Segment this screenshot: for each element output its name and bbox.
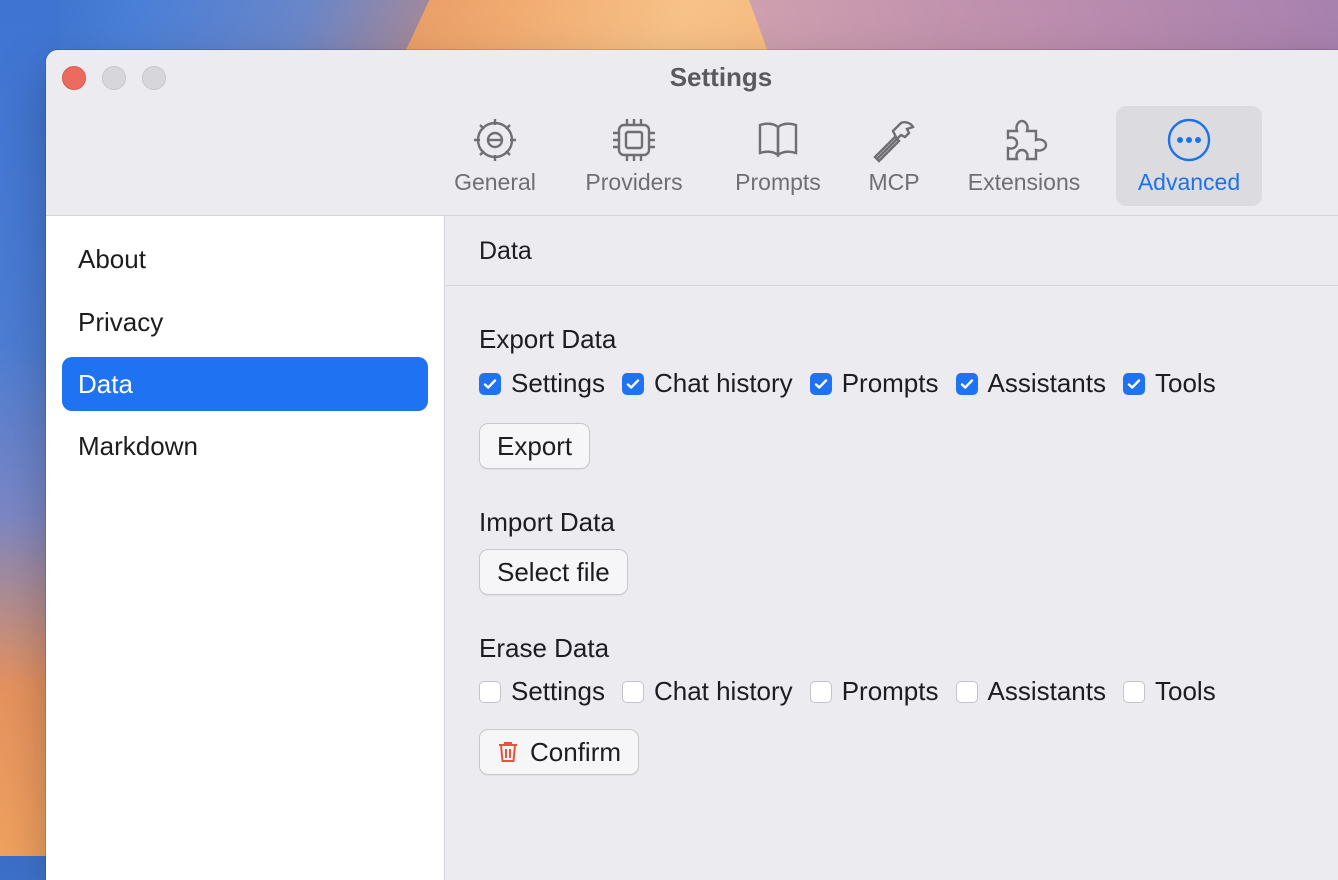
title-bar: Settings General Providers Prompts MCP E… — [46, 50, 1338, 216]
checkbox-checked[interactable] — [621, 372, 644, 395]
erase-option-prompts[interactable]: Prompts — [809, 676, 939, 707]
hammer-icon — [873, 121, 915, 163]
puzzle-icon — [1006, 119, 1048, 161]
sidebar-item-about[interactable]: About — [62, 232, 428, 286]
export-option-assistants[interactable]: Assistants — [955, 368, 1107, 399]
sidebar-item-data[interactable]: Data — [62, 357, 428, 411]
checkbox-unchecked[interactable] — [809, 680, 832, 703]
export-option-settings[interactable]: Settings — [479, 368, 605, 399]
export-option-label: Prompts — [841, 368, 939, 398]
tab-general-label: General — [454, 169, 536, 195]
data-settings-pane: Data Export Data Settings Chat history P… — [446, 216, 1338, 880]
settings-sidebar: About Privacy Data Markdown — [46, 216, 445, 880]
tab-extensions-label: Extensions — [967, 169, 1081, 195]
sidebar-item-markdown[interactable]: Markdown — [62, 419, 428, 473]
tab-prompts[interactable]: Prompts — [714, 106, 842, 206]
checkbox-checked[interactable] — [1123, 372, 1145, 395]
export-option-label: Chat history — [653, 368, 793, 398]
export-option-prompts[interactable]: Prompts — [809, 368, 939, 399]
erase-option-chat-history[interactable]: Chat history — [621, 676, 793, 707]
tab-advanced[interactable]: Advanced — [1116, 106, 1262, 206]
export-option-label: Tools — [1155, 368, 1216, 398]
checkbox-unchecked[interactable] — [479, 680, 501, 703]
tab-mcp-label: MCP — [868, 169, 920, 195]
erase-option-label: Settings — [511, 676, 605, 706]
erase-option-label: Tools — [1155, 676, 1216, 706]
export-option-tools[interactable]: Tools — [1123, 368, 1216, 399]
erase-option-settings[interactable]: Settings — [479, 676, 605, 707]
tab-prompts-label: Prompts — [735, 169, 821, 195]
settings-toolbar: General Providers Prompts MCP Extensions… — [436, 106, 1262, 206]
tab-advanced-label: Advanced — [1137, 169, 1241, 195]
erase-options: Settings Chat history Prompts Assistants… — [479, 676, 1233, 707]
erase-option-assistants[interactable]: Assistants — [955, 676, 1107, 707]
settings-window: Settings General Providers Prompts MCP E… — [46, 50, 1338, 880]
export-options: Settings Chat history Prompts Assistants… — [479, 368, 1233, 399]
checkbox-unchecked[interactable] — [621, 680, 644, 703]
gear-icon — [474, 119, 516, 161]
chip-icon — [613, 119, 655, 161]
window-title: Settings — [669, 62, 773, 92]
export-option-label: Assistants — [987, 368, 1107, 398]
checkbox-unchecked[interactable] — [1123, 680, 1145, 703]
confirm-erase-button[interactable]: Confirm — [479, 729, 640, 775]
erase-option-label: Chat history — [653, 676, 793, 706]
export-button-label: Export — [497, 430, 573, 461]
checkbox-checked[interactable] — [479, 372, 501, 395]
select-file-button-label: Select file — [497, 556, 610, 587]
tab-general[interactable]: General — [436, 106, 554, 206]
checkbox-checked[interactable] — [955, 372, 978, 395]
erase-option-label: Assistants — [987, 676, 1107, 706]
export-option-label: Settings — [511, 368, 605, 398]
tab-providers-label: Providers — [585, 169, 683, 195]
tab-mcp[interactable]: MCP — [842, 106, 946, 206]
pane-header: Data — [446, 216, 1338, 286]
import-data-title: Import Data — [479, 507, 615, 537]
sidebar-item-privacy[interactable]: Privacy — [62, 295, 428, 349]
export-data-title: Export Data — [479, 324, 617, 354]
erase-option-tools[interactable]: Tools — [1123, 676, 1216, 707]
trash-icon — [499, 742, 517, 762]
checkbox-checked[interactable] — [809, 372, 832, 395]
select-file-button[interactable]: Select file — [479, 549, 628, 595]
tab-extensions[interactable]: Extensions — [946, 106, 1102, 206]
book-icon — [758, 122, 798, 158]
checkbox-unchecked[interactable] — [955, 680, 978, 703]
export-option-chat-history[interactable]: Chat history — [621, 368, 793, 399]
erase-option-label: Prompts — [841, 676, 939, 706]
erase-data-title: Erase Data — [479, 633, 610, 663]
tab-providers[interactable]: Providers — [554, 106, 714, 206]
ellipsis-circle-icon — [1167, 118, 1211, 162]
confirm-button-label: Confirm — [530, 736, 622, 767]
export-button[interactable]: Export — [479, 423, 591, 469]
